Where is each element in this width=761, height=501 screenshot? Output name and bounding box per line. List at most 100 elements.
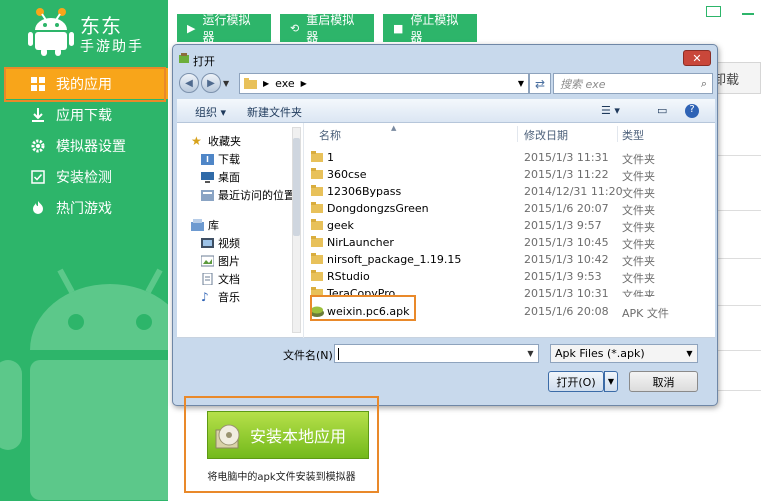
sidebar-item-emulator-settings[interactable]: 模拟器设置 <box>0 130 168 161</box>
file-row[interactable]: NirLauncher 2015/1/3 10:45 文件夹 <box>305 234 715 251</box>
file-date: 2015/1/3 10:31 <box>524 287 609 297</box>
open-button[interactable]: 打开(O) <box>548 371 604 392</box>
message-icon[interactable] <box>706 6 721 17</box>
file-date: 2015/1/6 20:08 <box>524 305 609 318</box>
sidebar-item-hot-games[interactable]: 热门游戏 <box>0 192 168 223</box>
tree-label: 音乐 <box>218 291 240 304</box>
restart-emulator-button[interactable]: ⟲ 重启模拟器 <box>280 13 374 44</box>
back-button[interactable]: ◀ <box>179 73 199 93</box>
tree-item-documents[interactable]: 文档 <box>201 271 240 287</box>
text-caret <box>338 348 339 360</box>
hot-game-icon <box>30 200 46 216</box>
preview-pane-icon[interactable]: ▭ <box>657 104 667 117</box>
history-dropdown-icon[interactable]: ▼ <box>223 79 229 88</box>
column-separator[interactable] <box>617 126 618 142</box>
sidebar-nav: 我的应用 应用下载 模拟器设置 安装检测 热门游戏 <box>0 68 168 223</box>
file-name: DongdongzsGreen <box>327 202 429 215</box>
tree-item-recent-places[interactable]: 最近访问的位置 <box>201 187 295 203</box>
file-row[interactable]: RStudio 2015/1/3 9:53 文件夹 <box>305 268 715 285</box>
install-button-label: 安装本地应用 <box>250 427 347 446</box>
sidebar: 东东 手游助手 我的应用 应用下载 模拟器设置 安装检测 热门游戏 <box>0 0 168 501</box>
file-row[interactable]: DongdongzsGreen 2015/1/6 20:07 文件夹 <box>305 200 715 217</box>
tree-label: 下载 <box>218 153 240 166</box>
view-options-icon[interactable]: ☰ ▾ <box>601 104 620 117</box>
install-local-app-button[interactable]: 安装本地应用 <box>207 411 369 459</box>
file-row[interactable]: 12306Bypass 2014/12/31 11:20 文件夹 <box>305 183 715 200</box>
desktop-icon <box>201 172 214 183</box>
file-date: 2015/1/3 10:42 <box>524 253 609 266</box>
file-row[interactable]: geek 2015/1/3 9:57 文件夹 <box>305 217 715 234</box>
file-name: NirLauncher <box>327 236 394 249</box>
scroll-thumb[interactable] <box>293 138 300 236</box>
file-row[interactable]: TeraCopyPro 2015/1/3 10:31 文件夹 <box>305 285 715 297</box>
tree-item-downloads[interactable]: 下载 <box>201 151 240 167</box>
column-header-type[interactable]: 类型 <box>622 127 644 143</box>
divider <box>716 210 761 211</box>
tree-item-desktop[interactable]: 桌面 <box>201 169 240 185</box>
minimize-icon[interactable] <box>742 13 754 15</box>
play-icon: ▶ <box>187 21 196 35</box>
chevron-down-icon[interactable]: ▼ <box>518 79 524 88</box>
sidebar-item-my-apps[interactable]: 我的应用 <box>6 68 168 99</box>
help-icon[interactable]: ? <box>685 104 699 118</box>
file-date: 2015/1/3 11:22 <box>524 168 609 181</box>
file-type: 文件夹 <box>622 204 655 217</box>
tree-label: 桌面 <box>218 171 240 184</box>
filetype-select[interactable]: Apk Files (*.apk) ▼ <box>550 344 698 363</box>
file-row[interactable]: nirsoft_package_1.19.15 2015/1/3 10:42 文… <box>305 251 715 268</box>
star-icon: ★ <box>191 134 202 148</box>
column-header-name[interactable]: 名称 <box>319 127 341 143</box>
folder-icon <box>311 287 323 297</box>
chevron-down-icon[interactable]: ▼ <box>523 345 538 362</box>
filetype-value: Apk Files (*.apk) <box>555 347 645 360</box>
open-options-button[interactable]: ▼ <box>604 371 618 392</box>
sidebar-item-label: 热门游戏 <box>56 200 112 217</box>
close-button[interactable]: ✕ <box>683 50 711 66</box>
tree-item-videos[interactable]: 视频 <box>201 235 240 251</box>
chevron-down-icon: ▼ <box>607 377 615 386</box>
search-input[interactable]: 搜索 exe ⌕ <box>553 73 713 94</box>
video-icon <box>201 238 214 248</box>
file-row[interactable]: 360cse 2015/1/3 11:22 文件夹 <box>305 166 715 183</box>
column-header-date[interactable]: 修改日期 <box>524 127 568 143</box>
tree-favorites[interactable]: ★ 收藏夹 <box>191 133 241 149</box>
dialog-content: ★ 收藏夹 下载 桌面 最近访问的位置 库 视频 图片 文档 ♪ 音乐 名称 修… <box>177 123 715 338</box>
file-row-apk[interactable]: weixin.pc6.apk 2015/1/6 20:08 APK 文件 <box>305 303 715 320</box>
folder-icon <box>311 253 323 264</box>
sidebar-item-app-download[interactable]: 应用下载 <box>0 99 168 130</box>
file-date: 2014/12/31 11:20 <box>524 185 623 198</box>
forward-button[interactable]: ▶ <box>201 73 221 93</box>
sidebar-item-install-check[interactable]: 安装检测 <box>0 161 168 192</box>
folder-icon <box>311 219 323 230</box>
column-separator[interactable] <box>517 126 518 142</box>
divider <box>716 390 761 391</box>
address-bar[interactable]: ▶ exe ▶ ▼ <box>239 73 529 94</box>
tree-libraries[interactable]: 库 <box>191 217 219 233</box>
tree-item-music[interactable]: ♪ 音乐 <box>201 289 240 305</box>
file-row[interactable]: 1 2015/1/3 11:31 文件夹 <box>305 149 715 166</box>
search-placeholder: 搜索 exe <box>560 77 606 91</box>
chevron-right-icon: ▶ <box>263 79 270 88</box>
tree-scrollbar[interactable] <box>292 127 301 333</box>
refresh-button[interactable]: ⇄ <box>529 73 551 94</box>
file-date: 2015/1/6 20:07 <box>524 202 609 215</box>
cancel-button[interactable]: 取消 <box>629 371 698 392</box>
organize-menu[interactable]: 组织 ▾ <box>195 104 226 120</box>
pane-divider[interactable] <box>303 123 304 338</box>
close-icon: ✕ <box>692 51 702 65</box>
sidebar-item-label: 安装检测 <box>56 169 112 186</box>
new-folder-button[interactable]: 新建文件夹 <box>247 104 302 120</box>
divider <box>716 155 761 156</box>
filename-input[interactable]: ▼ <box>334 344 539 363</box>
folder-icon <box>311 168 323 179</box>
run-emulator-button[interactable]: ▶ 运行模拟器 <box>177 13 271 44</box>
file-type: 文件夹 <box>622 221 655 234</box>
breadcrumb-exe[interactable]: exe <box>275 77 295 90</box>
apk-file-icon <box>310 306 324 317</box>
stop-emulator-button[interactable]: ■ 停止模拟器 <box>383 13 477 44</box>
tree-item-pictures[interactable]: 图片 <box>201 253 240 269</box>
stop-icon: ■ <box>393 21 404 35</box>
address-row: ◀ ▶ ▼ ▶ exe ▶ ▼ ⇄ 搜索 exe ⌕ <box>177 71 715 97</box>
download-folder-icon <box>201 154 214 165</box>
android-watermark-icon <box>0 268 168 500</box>
